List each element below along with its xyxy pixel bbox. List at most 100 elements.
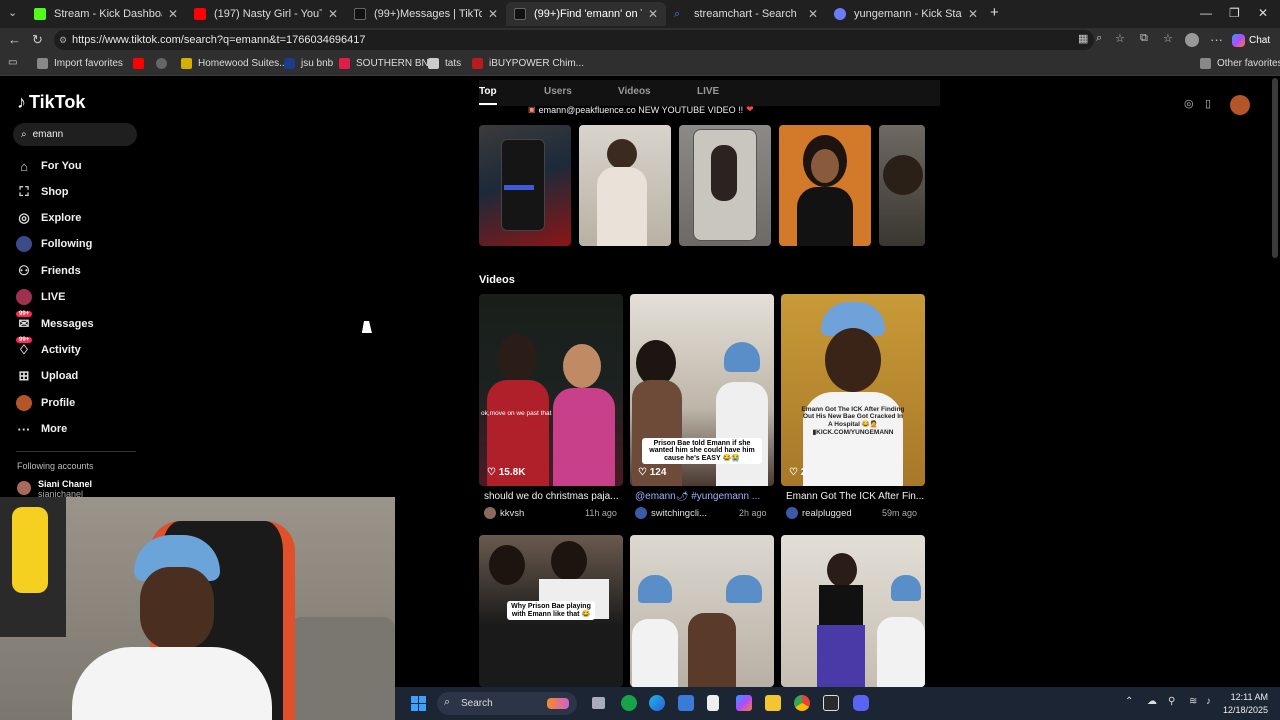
sidebar-toggle-icon[interactable]: ▭: [8, 57, 17, 68]
refresh-icon[interactable]: ↻: [32, 32, 43, 48]
url-input[interactable]: ⚙ https://www.tiktok.com/search?q=emann&…: [54, 30, 1094, 50]
file-explorer-icon[interactable]: [765, 695, 781, 711]
video-card[interactable]: [781, 535, 925, 687]
edge-icon[interactable]: [649, 695, 665, 711]
site-info-icon[interactable]: ⚙: [59, 35, 67, 46]
profile-avatar[interactable]: [1185, 33, 1199, 47]
menu-dots-icon[interactable]: ···: [1210, 32, 1223, 47]
tray-chevron-icon[interactable]: ⌃: [1125, 696, 1133, 707]
tab-actions-chevron-icon[interactable]: ⌄: [8, 6, 17, 19]
fav-southern-bnb[interactable]: SOUTHERN BNB': [339, 58, 437, 69]
xbox-icon[interactable]: [621, 695, 637, 711]
nav-more[interactable]: ··· More: [16, 419, 68, 439]
video-author[interactable]: switchingcli...: [635, 507, 707, 519]
close-icon[interactable]: ✕: [328, 7, 338, 21]
fav-ibuypower[interactable]: iBUYPOWER Chim...: [472, 58, 584, 69]
following-account-item[interactable]: Siani Chanel sianichanel: [17, 479, 92, 499]
split-screen-icon[interactable]: ▦: [1078, 32, 1088, 45]
favorites-icon[interactable]: ☆: [1163, 32, 1173, 45]
close-icon[interactable]: ✕: [968, 7, 978, 21]
taskbar-clock[interactable]: 12:11 AM 12/18/2025: [1223, 691, 1268, 717]
nav-live[interactable]: LIVE: [16, 287, 65, 307]
start-icon[interactable]: [411, 696, 426, 711]
nav-upload[interactable]: ⊞ Upload: [16, 366, 79, 386]
tab-videos[interactable]: Videos: [618, 86, 651, 97]
thumbnail-video[interactable]: [579, 125, 671, 246]
thumbnail-video[interactable]: [779, 125, 871, 246]
maximize-icon[interactable]: ❐: [1229, 6, 1240, 20]
video-card[interactable]: [630, 535, 774, 687]
tray-wifi-icon[interactable]: ≋: [1189, 696, 1197, 707]
profile-avatar[interactable]: [1230, 95, 1250, 115]
tiktok-logo[interactable]: ♪ TikTok: [17, 92, 85, 113]
nav-shop[interactable]: ⛶ Shop: [16, 182, 68, 202]
thumbnail-video[interactable]: [879, 125, 925, 246]
thumbnail-video[interactable]: [479, 125, 571, 246]
tab-tiktok-messages[interactable]: (99+)Messages | TikTok ✕: [346, 2, 506, 26]
video-card[interactable]: Why Prison Bae playing with Emann like t…: [479, 535, 623, 687]
fav-tats[interactable]: tats: [428, 58, 461, 69]
fav-globe[interactable]: [156, 58, 173, 69]
tab-streamchart-search[interactable]: ⌕ streamchart - Search ✕: [666, 2, 826, 26]
copilot-icon[interactable]: [736, 695, 752, 711]
fav-homewood[interactable]: Homewood Suites...: [181, 58, 288, 69]
nav-following[interactable]: Following: [16, 234, 92, 254]
nav-messages[interactable]: ✉ 99+ Messages: [16, 311, 94, 334]
avatar: [786, 507, 798, 519]
zoom-icon[interactable]: ⌕: [1096, 32, 1102, 45]
video-card[interactable]: Emann Got The ICK After Finding Out His …: [781, 294, 925, 486]
window-close-icon[interactable]: ✕: [1258, 6, 1268, 20]
tray-cloud-icon[interactable]: ☁: [1147, 696, 1157, 707]
minimize-icon[interactable]: —: [1200, 6, 1212, 20]
tab-kick-stats[interactable]: yungemann - Kick Stats, Analytics ✕: [826, 2, 986, 26]
close-icon[interactable]: ✕: [168, 7, 178, 21]
search-input[interactable]: ⌕ emann: [13, 123, 137, 146]
page-scrollbar[interactable]: [1272, 78, 1278, 258]
coins-icon[interactable]: ◎: [1184, 97, 1194, 110]
taskbar-search[interactable]: ⌕ Search: [437, 692, 577, 715]
favorite-star-icon[interactable]: ☆: [1115, 32, 1125, 45]
fav-import[interactable]: Import favorites: [37, 58, 123, 69]
video-caption[interactable]: @emann🌶 #yungemann ...: [635, 491, 773, 502]
tab-users[interactable]: Users: [544, 86, 572, 97]
thumbnail-video[interactable]: [679, 125, 771, 246]
task-view-icon[interactable]: [592, 697, 605, 709]
nav-explore[interactable]: ◎ Explore: [16, 208, 81, 228]
close-icon[interactable]: ✕: [808, 7, 818, 21]
video-card[interactable]: Prison Bae told Emann if she wanted him …: [630, 294, 774, 486]
nav-profile[interactable]: Profile: [16, 393, 75, 413]
close-icon[interactable]: ✕: [488, 7, 498, 21]
nav-friends[interactable]: ⚇ Friends: [16, 261, 81, 281]
video-author[interactable]: realplugged: [786, 507, 852, 519]
chrome-icon[interactable]: [794, 695, 810, 711]
close-icon[interactable]: ✕: [648, 7, 658, 21]
tray-volume-icon[interactable]: ♪: [1206, 696, 1211, 707]
other-favorites[interactable]: Other favorites: [1200, 58, 1280, 69]
tab-top[interactable]: Top: [479, 86, 497, 105]
person-figure: [497, 334, 537, 382]
tab-live[interactable]: LIVE: [697, 86, 719, 97]
store-icon[interactable]: [678, 695, 694, 711]
tab-kick-dashboard[interactable]: Stream - Kick Dashboard ✕: [26, 2, 186, 26]
nav-for-you[interactable]: ⌂ For You: [16, 156, 81, 176]
extensions-icon[interactable]: ⧉: [1140, 32, 1148, 45]
nav-activity[interactable]: ♢ 99+ Activity: [16, 337, 81, 360]
video-author[interactable]: kkvsh: [484, 507, 524, 519]
tray-mic-icon[interactable]: ⚲: [1168, 696, 1175, 707]
copilot-chat-button[interactable]: Chat: [1232, 31, 1270, 49]
notepad-icon[interactable]: [707, 695, 719, 711]
video-card[interactable]: ok,move on we past that ♡ 15.8K: [479, 294, 623, 486]
tab-youtube[interactable]: (197) Nasty Girl - YouTube ✕: [186, 2, 346, 26]
device-icon[interactable]: ▯: [1205, 97, 1211, 110]
video-caption[interactable]: should we do christmas paja...: [484, 491, 622, 502]
tab-tiktok-search[interactable]: (99+)Find 'emann' on TikTok | TikT ✕: [506, 2, 666, 26]
messages-icon: ✉ 99+: [16, 311, 33, 332]
video-caption[interactable]: Emann Got The ICK After Fin...: [786, 491, 924, 502]
discord-icon[interactable]: [853, 695, 869, 711]
fav-youtube[interactable]: [133, 58, 150, 69]
new-tab-button[interactable]: +: [990, 4, 999, 21]
fav-jsu-bnb[interactable]: jsu bnb: [284, 58, 333, 69]
video-age: 59m ago: [882, 508, 918, 518]
obs-icon[interactable]: [823, 695, 839, 711]
back-icon[interactable]: ←: [8, 32, 21, 47]
